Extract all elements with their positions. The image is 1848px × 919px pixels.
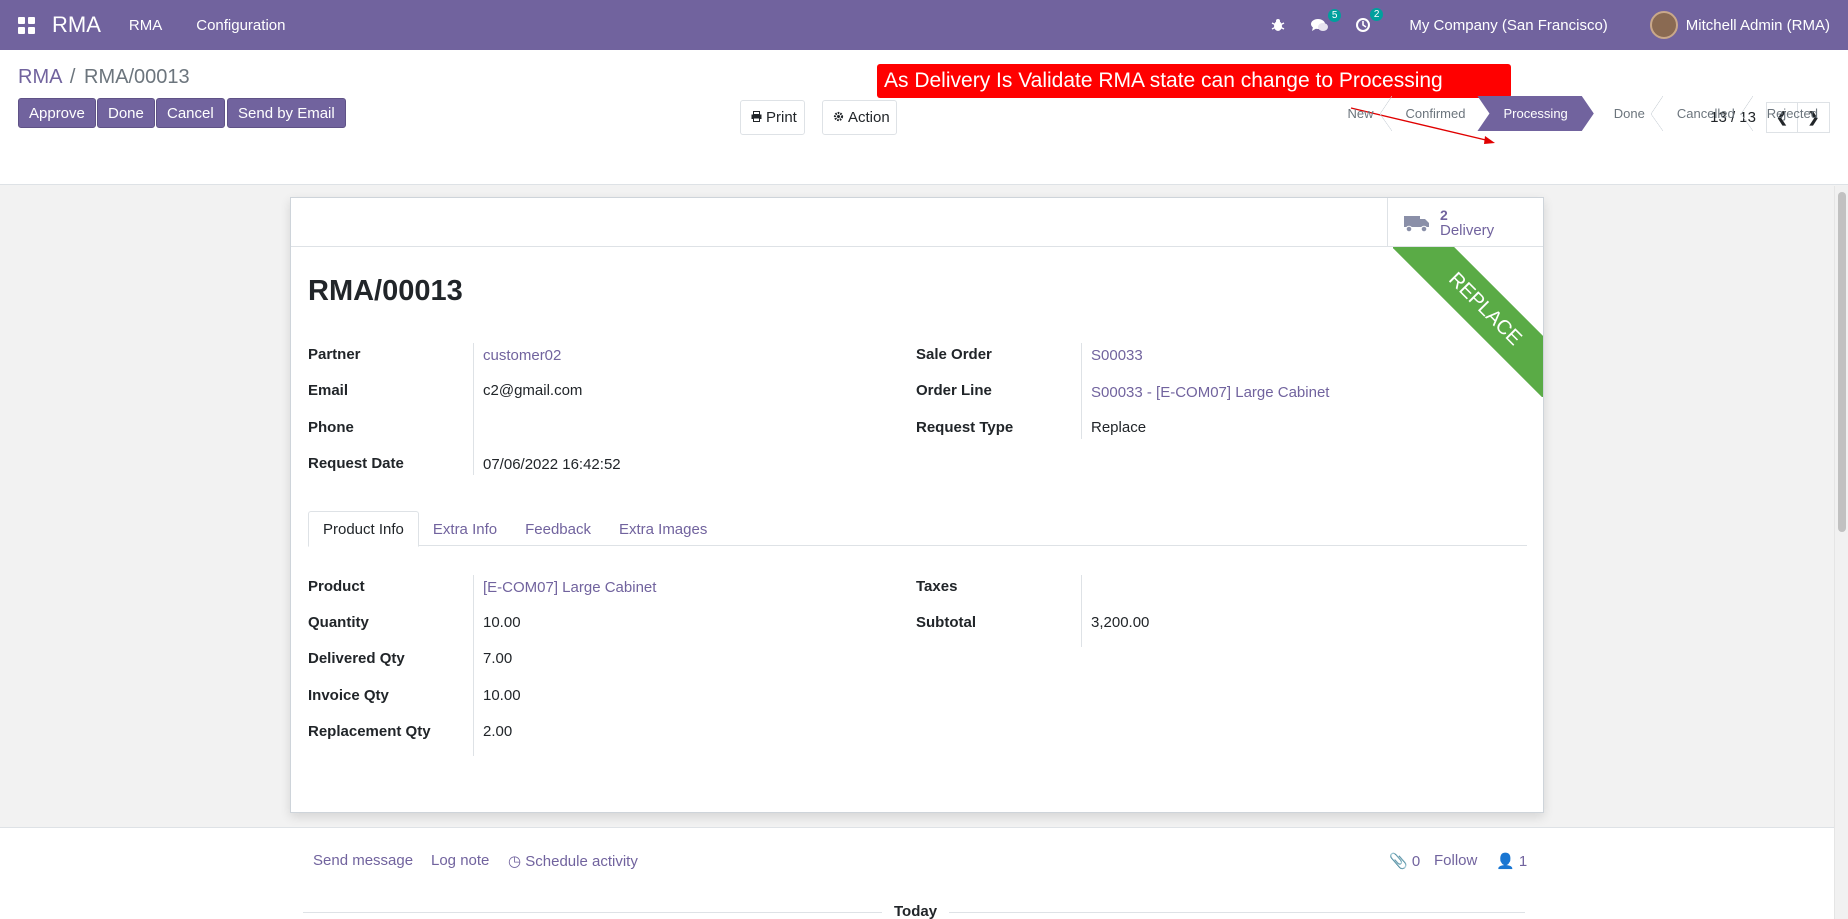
attachments-count: 0 bbox=[1411, 853, 1421, 870]
stage-rejected[interactable]: Rejected bbox=[1747, 96, 1830, 131]
notebook-tabs: Product Info Extra Info Feedback Extra I… bbox=[308, 511, 1527, 547]
breadcrumb: RMA / RMA/00013 bbox=[18, 66, 190, 89]
top-navbar: RMA RMA Configuration 5 2 My Company (Sa… bbox=[0, 0, 1848, 50]
log-note-button[interactable]: Log note bbox=[431, 852, 489, 869]
approve-button[interactable]: Approve bbox=[18, 98, 96, 128]
request-date-field[interactable]: 07/06/2022 16:42:52 bbox=[483, 456, 621, 473]
form-sheet: 2 Delivery REPLACE RMA/00013 Partner cus… bbox=[290, 197, 1544, 813]
stage-confirmed[interactable]: Confirmed bbox=[1386, 96, 1478, 131]
stage-processing[interactable]: Processing bbox=[1477, 96, 1593, 131]
messages-badge: 5 bbox=[1327, 8, 1342, 22]
schedule-activity-button[interactable]: ◷ Schedule activity bbox=[508, 852, 638, 870]
field-divider bbox=[1081, 575, 1082, 647]
field-divider bbox=[473, 575, 474, 756]
field-divider bbox=[473, 343, 474, 475]
tab-feedback[interactable]: Feedback bbox=[511, 511, 605, 547]
tab-extra-info[interactable]: Extra Info bbox=[419, 511, 511, 547]
sale-order-field[interactable]: S00033 bbox=[1091, 347, 1143, 364]
ribbon: REPLACE bbox=[1393, 247, 1543, 397]
print-button[interactable]: Print bbox=[740, 100, 805, 135]
gear-icon bbox=[833, 110, 844, 125]
action-label: Action bbox=[848, 109, 890, 126]
replacement-qty-label: Replacement Qty bbox=[308, 723, 431, 740]
partner-field[interactable]: customer02 bbox=[483, 347, 561, 364]
followers-button[interactable]: 👤 1 bbox=[1496, 852, 1527, 870]
app-brand[interactable]: RMA bbox=[52, 12, 101, 38]
annotation-callout: As Delivery Is Validate RMA state can ch… bbox=[877, 64, 1511, 98]
record-title: RMA/00013 bbox=[308, 275, 463, 307]
paperclip-icon: 📎 bbox=[1389, 853, 1408, 870]
user-icon: 👤 bbox=[1496, 853, 1515, 870]
today-label: Today bbox=[882, 903, 950, 919]
phone-label: Phone bbox=[308, 419, 354, 436]
order-line-field[interactable]: S00033 - [E-COM07] Large Cabinet bbox=[1091, 384, 1329, 401]
status-bar: New Confirmed Processing Done Cancelled … bbox=[1327, 96, 1830, 131]
product-field[interactable]: [E-COM07] Large Cabinet bbox=[483, 579, 656, 596]
stage-done[interactable]: Done bbox=[1594, 96, 1663, 131]
email-label: Email bbox=[308, 382, 349, 399]
send-by-email-button[interactable]: Send by Email bbox=[227, 98, 346, 128]
invoice-qty-label: Invoice Qty bbox=[308, 687, 389, 704]
apps-menu-icon[interactable] bbox=[0, 0, 52, 50]
page-scrollbar[interactable] bbox=[1834, 186, 1848, 919]
field-divider bbox=[1081, 343, 1082, 439]
schedule-activity-label: Schedule activity bbox=[525, 853, 638, 870]
messages-icon[interactable]: 5 bbox=[1311, 8, 1342, 33]
subtotal-label: Subtotal bbox=[916, 614, 976, 631]
attachments-button[interactable]: 📎 0 bbox=[1389, 852, 1420, 870]
cancel-button[interactable]: Cancel bbox=[156, 98, 225, 128]
done-button[interactable]: Done bbox=[97, 98, 155, 128]
invoice-qty-field[interactable]: 10.00 bbox=[483, 687, 521, 704]
clock-icon: ◷ bbox=[508, 853, 522, 870]
print-label: Print bbox=[766, 109, 797, 126]
menu-item-rma[interactable]: RMA bbox=[129, 17, 162, 34]
delivery-count: 2 bbox=[1440, 206, 1448, 223]
company-switcher[interactable]: My Company (San Francisco) bbox=[1409, 17, 1607, 34]
user-menu[interactable]: Mitchell Admin (RMA) bbox=[1686, 17, 1830, 34]
sale-order-label: Sale Order bbox=[916, 346, 992, 363]
email-field[interactable]: c2@gmail.com bbox=[483, 382, 582, 399]
activities-clock-icon[interactable]: 2 bbox=[1355, 8, 1384, 33]
breadcrumb-separator: / bbox=[69, 66, 76, 88]
quantity-field[interactable]: 10.00 bbox=[483, 614, 521, 631]
request-type-label: Request Type bbox=[916, 419, 1014, 436]
tab-product-info[interactable]: Product Info bbox=[308, 511, 419, 547]
delivery-smart-button[interactable]: 2 Delivery bbox=[1387, 198, 1543, 247]
stage-new[interactable]: New bbox=[1327, 96, 1392, 131]
send-message-button[interactable]: Send message bbox=[313, 852, 413, 869]
breadcrumb-parent-link[interactable]: RMA bbox=[18, 66, 61, 88]
scrollbar-thumb[interactable] bbox=[1838, 192, 1846, 532]
taxes-label: Taxes bbox=[916, 578, 958, 595]
user-avatar[interactable] bbox=[1649, 11, 1678, 39]
smart-button-box: 2 Delivery bbox=[291, 198, 1543, 247]
stage-cancelled[interactable]: Cancelled bbox=[1657, 96, 1753, 131]
delivery-label: Delivery bbox=[1440, 221, 1495, 239]
menu-item-configuration[interactable]: Configuration bbox=[196, 17, 285, 34]
partner-label: Partner bbox=[308, 346, 361, 363]
follow-button[interactable]: Follow bbox=[1434, 852, 1477, 869]
replacement-qty-field[interactable]: 2.00 bbox=[483, 723, 512, 740]
product-label: Product bbox=[308, 578, 365, 595]
order-line-label: Order Line bbox=[916, 382, 992, 399]
print-icon bbox=[751, 110, 762, 125]
followers-count: 1 bbox=[1518, 853, 1528, 870]
delivered-qty-field[interactable]: 7.00 bbox=[483, 650, 512, 667]
delivered-qty-label: Delivered Qty bbox=[308, 650, 405, 667]
ribbon-label: REPLACE bbox=[1393, 247, 1543, 397]
tab-extra-images[interactable]: Extra Images bbox=[605, 511, 721, 547]
request-type-field[interactable]: Replace bbox=[1091, 419, 1146, 436]
subtotal-field: 3,200.00 bbox=[1091, 614, 1150, 631]
activities-badge: 2 bbox=[1369, 8, 1384, 21]
request-date-label: Request Date bbox=[308, 455, 404, 472]
action-button[interactable]: Action bbox=[822, 100, 897, 135]
breadcrumb-current: RMA/00013 bbox=[84, 66, 190, 88]
quantity-label: Quantity bbox=[308, 614, 369, 631]
debug-bug-icon[interactable] bbox=[1271, 18, 1285, 32]
chatter: Send message Log note ◷ Schedule activit… bbox=[0, 827, 1834, 919]
truck-icon bbox=[1404, 214, 1430, 232]
